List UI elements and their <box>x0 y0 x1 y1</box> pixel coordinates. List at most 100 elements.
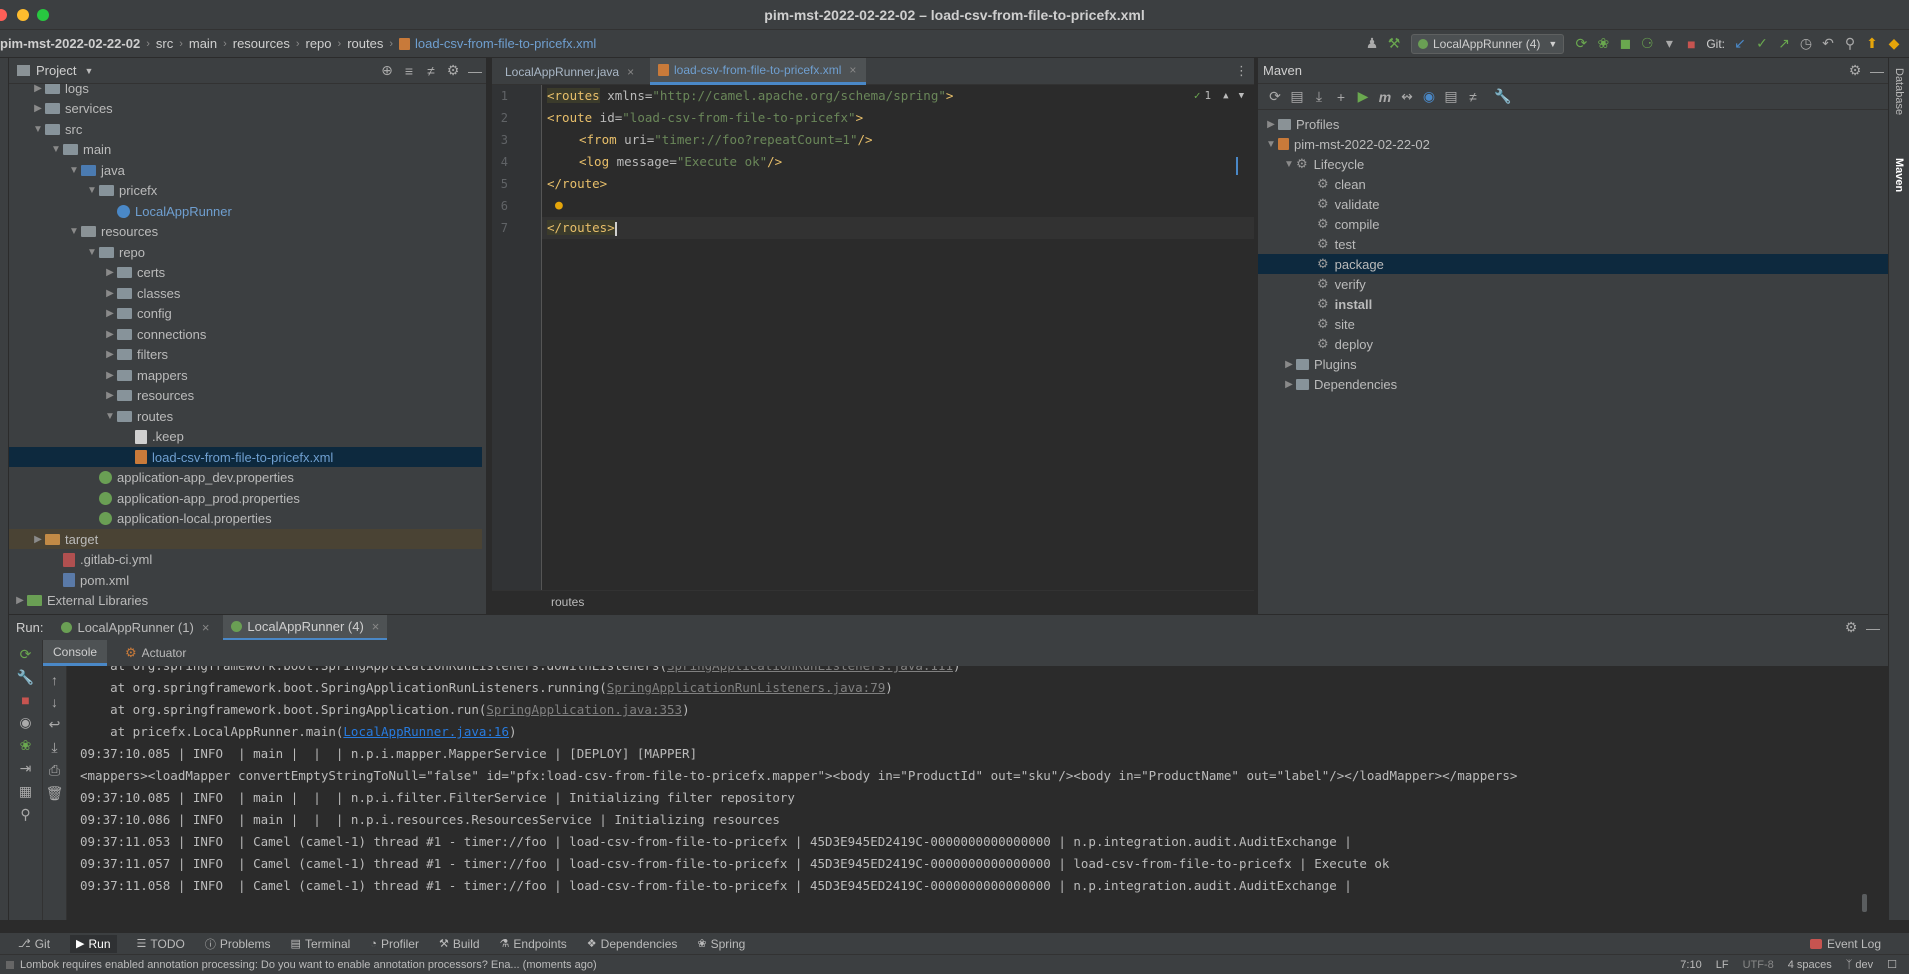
chevron-down-icon[interactable]: ▼ <box>1239 91 1244 101</box>
indent-setting[interactable]: 4 spaces <box>1788 959 1832 971</box>
camera-icon[interactable]: ◉ <box>15 714 37 731</box>
maven-lifecycle[interactable]: ▼ ⚙ Lifecycle <box>1258 154 1888 174</box>
tab-console[interactable]: Console <box>43 640 108 666</box>
chevron-down-icon[interactable]: ▼ <box>84 66 93 76</box>
chevron-down-icon[interactable]: ▼ <box>103 411 117 422</box>
maven-project[interactable]: ▼ pim-mst-2022-02-22-02 <box>1258 134 1888 154</box>
add-icon[interactable]: + <box>1330 89 1352 105</box>
toolwindow-terminal[interactable]: ▤ Terminal <box>291 937 351 951</box>
close-icon[interactable]: × <box>627 65 634 79</box>
maven-profiles[interactable]: ▶ Profiles <box>1258 114 1888 134</box>
breadcrumb-item[interactable]: resources <box>233 36 290 51</box>
chevron-right-icon[interactable]: ▶ <box>103 349 117 360</box>
tree-item[interactable]: ▶ mappers <box>9 365 482 385</box>
chevron-down-icon[interactable]: ▼ <box>31 124 45 135</box>
tree-item[interactable]: ▶ target <box>9 529 482 549</box>
more-tabs-icon[interactable]: ⋮ <box>1235 63 1248 79</box>
file-encoding[interactable]: UTF-8 <box>1743 959 1774 971</box>
hide-icon[interactable]: — <box>464 63 486 79</box>
toolwindow-todo[interactable]: ☰ TODO <box>137 937 185 951</box>
line-separator[interactable]: LF <box>1716 959 1729 971</box>
trash-icon[interactable]: 🗑 <box>44 785 66 802</box>
tab-load-csv-xml[interactable]: load-csv-from-file-to-pricefx.xml × <box>650 58 866 85</box>
breadcrumb-item[interactable]: load-csv-from-file-to-pricefx.xml <box>415 36 596 51</box>
lock-icon[interactable]: ☐ <box>1887 958 1897 971</box>
git-update-icon[interactable]: ↙ <box>1729 35 1751 52</box>
download-icon[interactable]: ⤓ <box>1308 88 1330 105</box>
chevron-right-icon[interactable]: ▶ <box>103 390 117 401</box>
toolwindow-git[interactable]: ⎇ Git <box>18 937 50 951</box>
stacktrace-link[interactable]: SpringApplication.java:353 <box>486 702 682 717</box>
chevron-right-icon[interactable]: ▶ <box>103 329 117 340</box>
show-dependencies-icon[interactable]: ▤ <box>1440 88 1462 105</box>
tree-item[interactable]: ▼ resources <box>9 222 482 242</box>
maven-tool-tab[interactable]: Maven <box>1893 158 1905 192</box>
inspection-widget[interactable]: ✓ 1 ▲ ▼ <box>1194 89 1244 102</box>
tree-item[interactable]: .gitlab-ci.yml <box>9 550 482 570</box>
rerun-icon[interactable]: ⟳ <box>15 646 37 663</box>
tab-actuator[interactable]: ⚙ Actuator <box>119 640 192 666</box>
chevron-right-icon[interactable]: ▶ <box>31 84 45 94</box>
debug-icon[interactable]: ❀ <box>15 737 37 754</box>
tree-item[interactable]: application-local.properties <box>9 509 482 529</box>
tree-item[interactable]: application-app_prod.properties <box>9 488 482 508</box>
toolwindow-problems[interactable]: ⓘ Problems <box>205 936 271 952</box>
caret-position[interactable]: 7:10 <box>1680 959 1701 971</box>
tree-item[interactable]: application-app_dev.properties <box>9 468 482 488</box>
tree-item[interactable]: ▼ repo <box>9 242 482 262</box>
close-icon[interactable]: × <box>849 63 856 77</box>
layout-icon[interactable]: ▦ <box>15 783 37 800</box>
chevron-down-icon[interactable]: ▼ <box>85 185 99 196</box>
chevron-right-icon[interactable]: ▶ <box>13 595 27 606</box>
stop-icon[interactable]: ■ <box>15 692 37 708</box>
tree-item[interactable]: pom.xml <box>9 570 482 590</box>
breadcrumb-item[interactable]: src <box>156 36 173 51</box>
settings-wrench-icon[interactable]: 🔧 <box>1492 88 1514 105</box>
run-config-selector[interactable]: LocalAppRunner (4) ▼ <box>1411 33 1565 54</box>
tree-item[interactable]: ▶ resources <box>9 386 482 406</box>
stacktrace-link[interactable]: SpringApplicationRunListeners.java:79 <box>607 680 885 695</box>
exit-icon[interactable]: ⇥ <box>15 760 37 777</box>
stop-icon[interactable]: ■ <box>1680 36 1702 52</box>
chevron-right-icon[interactable]: ▶ <box>31 103 45 114</box>
tree-item[interactable]: ▶ connections <box>9 324 482 344</box>
history-icon[interactable]: ◷ <box>1795 35 1817 52</box>
locate-icon[interactable]: ⊕ <box>376 62 398 79</box>
profile-icon[interactable]: ⚆ <box>1636 35 1658 52</box>
toolwindow-spring[interactable]: ❀ Spring <box>697 937 745 951</box>
toolwindow-dependencies[interactable]: ❖ Dependencies <box>587 937 678 951</box>
tab-localapprunner[interactable]: LocalAppRunner.java × <box>492 58 642 85</box>
vertical-scrollbar[interactable] <box>1862 894 1867 912</box>
console-output[interactable]: at org.springframework.boot.SpringApplic… <box>67 666 1871 920</box>
database-tool-tab[interactable]: Database <box>1893 68 1905 115</box>
chevron-down-icon[interactable]: ▼ <box>49 144 63 155</box>
stacktrace-link[interactable]: SpringApplicationRunListeners.java:111 <box>667 666 953 673</box>
coverage-icon[interactable]: ◼ <box>1614 35 1636 52</box>
build-hammer-icon[interactable]: ⚒ <box>1383 35 1405 52</box>
tree-item[interactable]: ▶ filters <box>9 345 482 365</box>
tree-item[interactable]: ▶ classes <box>9 283 482 303</box>
stacktrace-link[interactable]: LocalAppRunner.java:16 <box>343 724 509 739</box>
tree-item[interactable]: ▶ logs <box>9 84 482 98</box>
tree-item[interactable]: ▶ External Libraries <box>9 591 482 611</box>
print-icon[interactable]: ⎙ <box>44 762 66 779</box>
plugin-icon[interactable]: ◆ <box>1883 35 1905 52</box>
toolwindow-profiler[interactable]: ◔ Profiler <box>370 937 419 951</box>
toolwindow-run[interactable]: ▶ Run <box>70 934 117 953</box>
generate-sources-icon[interactable]: ▤ <box>1286 88 1308 105</box>
tree-item[interactable]: ▼ routes <box>9 406 482 426</box>
tree-item[interactable]: ▶ certs <box>9 263 482 283</box>
breadcrumb-item[interactable]: main <box>189 36 217 51</box>
chevron-right-icon[interactable]: ▶ <box>103 308 117 319</box>
collapse-all-icon[interactable]: ≠ <box>1462 89 1484 105</box>
toolwindow-build[interactable]: ⚒ Build <box>439 937 480 951</box>
maven-goal-install[interactable]: ⚙ install <box>1258 294 1888 314</box>
tree-item[interactable]: LocalAppRunner <box>9 201 482 221</box>
scroll-to-end-icon[interactable]: ⤓ <box>44 739 66 756</box>
status-message[interactable]: Lombok requires enabled annotation proce… <box>20 959 597 971</box>
collapse-all-icon[interactable]: ≠ <box>420 63 442 79</box>
maven-goal-validate[interactable]: ⚙ validate <box>1258 194 1888 214</box>
chevron-right-icon[interactable]: ▶ <box>103 370 117 381</box>
more-run-icon[interactable]: ▾ <box>1658 35 1680 52</box>
toggle-offline-icon[interactable]: ↭ <box>1396 88 1418 105</box>
